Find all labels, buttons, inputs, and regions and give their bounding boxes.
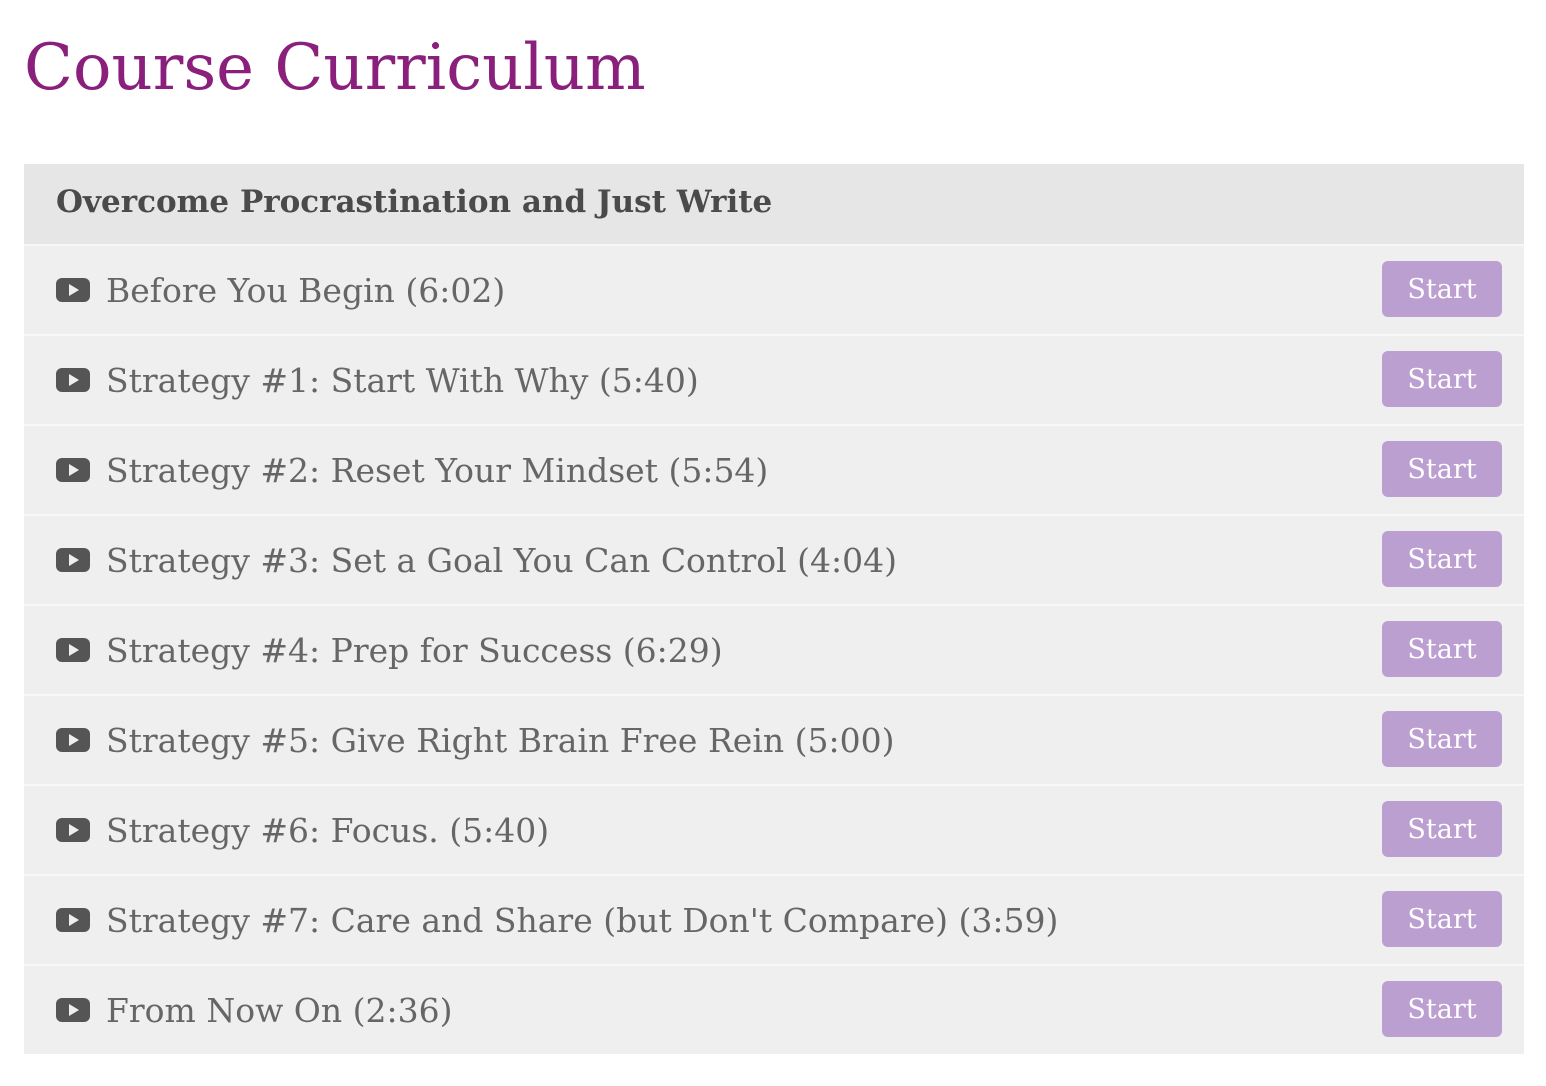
course-curriculum: Overcome Procrastination and Just Write … xyxy=(24,164,1524,1054)
lecture-title[interactable]: Strategy #6: Focus. (5:40) xyxy=(106,811,1382,850)
lecture-row[interactable]: Strategy #4: Prep for Success (6:29) Sta… xyxy=(24,606,1524,696)
start-button[interactable]: Start xyxy=(1382,621,1502,677)
start-button[interactable]: Start xyxy=(1382,711,1502,767)
lecture-row[interactable]: Strategy #7: Care and Share (but Don't C… xyxy=(24,876,1524,966)
start-button[interactable]: Start xyxy=(1382,261,1502,317)
video-play-icon xyxy=(56,728,90,752)
start-button[interactable]: Start xyxy=(1382,981,1502,1037)
page-title: Course Curriculum xyxy=(24,31,646,105)
lecture-row[interactable]: Strategy #3: Set a Goal You Can Control … xyxy=(24,516,1524,606)
section-title: Overcome Procrastination and Just Write xyxy=(56,184,773,220)
lecture-row[interactable]: Before You Begin (6:02) Start xyxy=(24,246,1524,336)
video-play-icon xyxy=(56,458,90,482)
video-play-icon xyxy=(56,818,90,842)
video-play-icon xyxy=(56,368,90,392)
video-play-icon xyxy=(56,908,90,932)
video-play-icon xyxy=(56,638,90,662)
start-button[interactable]: Start xyxy=(1382,801,1502,857)
lecture-title[interactable]: Strategy #5: Give Right Brain Free Rein … xyxy=(106,721,1382,760)
lecture-title[interactable]: Strategy #3: Set a Goal You Can Control … xyxy=(106,541,1382,580)
video-play-icon xyxy=(56,998,90,1022)
lecture-row[interactable]: Strategy #1: Start With Why (5:40) Start xyxy=(24,336,1524,426)
start-button[interactable]: Start xyxy=(1382,441,1502,497)
video-play-icon xyxy=(56,278,90,302)
start-button[interactable]: Start xyxy=(1382,531,1502,587)
lecture-title[interactable]: Strategy #7: Care and Share (but Don't C… xyxy=(106,901,1382,940)
lecture-title[interactable]: Strategy #2: Reset Your Mindset (5:54) xyxy=(106,451,1382,490)
lecture-title[interactable]: Before You Begin (6:02) xyxy=(106,271,1382,310)
start-button[interactable]: Start xyxy=(1382,891,1502,947)
lecture-row[interactable]: Strategy #2: Reset Your Mindset (5:54) S… xyxy=(24,426,1524,516)
lecture-list: Before You Begin (6:02) Start Strategy #… xyxy=(24,246,1524,1054)
video-play-icon xyxy=(56,548,90,572)
lecture-row[interactable]: Strategy #6: Focus. (5:40) Start xyxy=(24,786,1524,876)
section-header: Overcome Procrastination and Just Write xyxy=(24,164,1524,246)
lecture-row[interactable]: Strategy #5: Give Right Brain Free Rein … xyxy=(24,696,1524,786)
lecture-title[interactable]: Strategy #1: Start With Why (5:40) xyxy=(106,361,1382,400)
lecture-title[interactable]: Strategy #4: Prep for Success (6:29) xyxy=(106,631,1382,670)
lecture-title[interactable]: From Now On (2:36) xyxy=(106,991,1382,1030)
start-button[interactable]: Start xyxy=(1382,351,1502,407)
lecture-row[interactable]: From Now On (2:36) Start xyxy=(24,966,1524,1054)
